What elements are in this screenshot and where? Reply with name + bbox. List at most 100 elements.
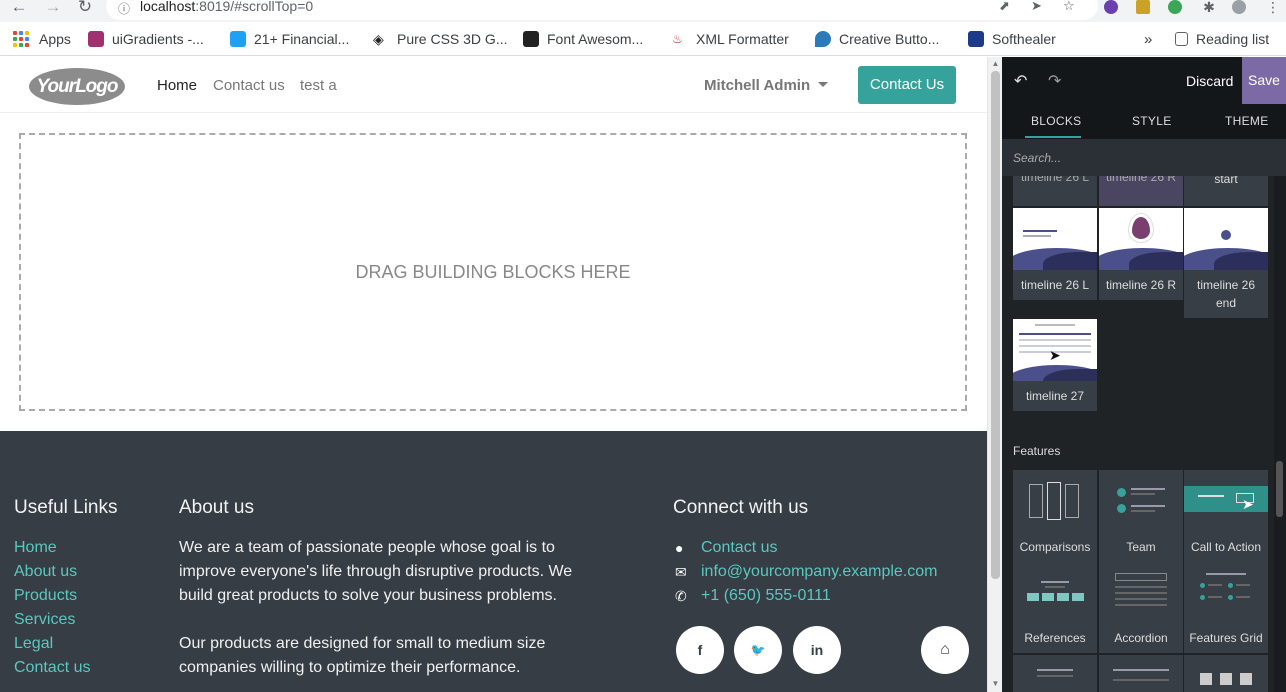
snippet-thumbnail [1013,561,1097,623]
mouse-cursor-icon: ➤ [1049,347,1061,363]
open-external-icon[interactable]: ⬈ [999,0,1010,14]
tab-theme[interactable]: THEME [1225,114,1269,128]
footer-link-services[interactable]: Services [14,608,90,632]
undo-icon[interactable]: ↶ [1014,71,1027,91]
bookmark-item[interactable]: uiGradients -... [88,22,204,56]
useful-links-list: Home About us Products Services Legal Co… [14,536,90,680]
contact-us-link[interactable]: Contact us [701,539,777,557]
snippet-block[interactable]: timeline 26 R [1099,176,1183,206]
bookmark-item[interactable]: Softhealer [968,22,1056,56]
extension-icon[interactable] [1104,0,1118,14]
bookmark-item[interactable]: ◈ Pure CSS 3D G... [373,22,507,56]
footer-link-about[interactable]: About us [14,560,90,584]
snippet-accordion[interactable]: Accordion [1099,561,1183,653]
page-scrollbar[interactable]: ▲ ▼ [987,57,1002,692]
discard-button[interactable]: Discard [1186,73,1233,89]
snippet-references[interactable]: References [1013,561,1097,653]
snippet-thumbnail [1099,208,1183,270]
twitter-icon[interactable]: 🐦 [734,626,782,674]
profile-avatar-icon[interactable] [1232,0,1246,14]
home-icon[interactable]: ⌂ [921,626,969,674]
drop-zone-text: DRAG BUILDING BLOCKS HERE [355,262,631,282]
snippet-timeline-26-r[interactable]: timeline 26 R [1099,208,1183,300]
snippet-features-grid[interactable]: Features Grid [1184,561,1268,653]
reload-icon[interactable]: ↻ [74,0,96,18]
footer-link-contact[interactable]: Contact us [14,656,90,680]
nav-home[interactable]: Home [157,77,197,94]
snippet-block[interactable]: start [1184,176,1268,206]
comment-icon: ● [675,540,684,556]
drop-favicon-icon [815,31,831,47]
tab-style[interactable]: STYLE [1132,114,1172,128]
codepen-icon: ◈ [373,31,384,47]
bookmark-apps[interactable]: Apps [13,22,71,56]
contact-us-button[interactable]: Contact Us [858,66,956,104]
browser-toolbar: ← → ↻ ⓘ localhost:8019/#scrollTop=0 ⬈ ➤ … [0,0,1286,22]
envelope-icon: ✉ [675,563,687,580]
snippet-block[interactable]: timeline 26 L [1013,176,1097,206]
snippet-timeline-26-end[interactable]: timeline 26 end [1184,208,1268,318]
bookmark-item[interactable]: Creative Butto... [815,22,939,56]
save-button[interactable]: Save [1242,57,1286,104]
email-link[interactable]: info@yourcompany.example.com [701,563,938,581]
snippet-comparisons[interactable]: Comparisons [1013,470,1097,562]
extension-icon[interactable] [1136,0,1150,14]
bookmark-item[interactable]: ♨ XML Formatter [672,22,789,56]
caret-down-icon [818,82,829,87]
bookmark-item[interactable]: Font Awesom... [523,22,643,56]
scroll-down-icon[interactable]: ▼ [991,679,1000,688]
address-bar[interactable]: ⓘ localhost:8019/#scrollTop=0 ⬈ ➤ ☆ [106,0,1098,20]
bookmark-star-icon[interactable]: ☆ [1063,0,1075,14]
send-icon[interactable]: ➤ [1031,0,1042,14]
linkedin-icon[interactable]: in [793,626,841,674]
facebook-icon[interactable]: f [676,626,724,674]
snippet-search-input[interactable] [1002,139,1286,176]
snippet-thumbnail [1184,208,1268,270]
menu-kebab-icon[interactable]: ⋮ [1262,0,1284,18]
footer-link-home[interactable]: Home [14,536,90,560]
about-text: We are a team of passionate people whose… [179,539,573,676]
reading-list[interactable]: Reading list [1175,22,1269,56]
bookmarks-bar: Apps uiGradients -... 21+ Financial... ◈… [0,22,1286,56]
drop-zone[interactable]: DRAG BUILDING BLOCKS HERE [19,133,967,411]
site-header: YourLogo Home Contact us test a Mitchell… [0,57,987,113]
bookmark-favicon-icon [88,31,104,47]
phone-link[interactable]: +1 (650) 555-0111 [701,587,831,605]
extension-icon[interactable] [1168,0,1182,14]
useful-links-title: Useful Links [14,497,118,518]
footer-link-products[interactable]: Products [14,584,90,608]
scroll-up-icon[interactable]: ▲ [991,59,1000,68]
nav-test-a[interactable]: test a [300,77,337,94]
back-arrow-icon[interactable]: ← [8,0,30,18]
snippet-team[interactable]: Team [1099,470,1183,562]
website-preview: YourLogo Home Contact us test a Mitchell… [0,57,987,692]
bookmark-item[interactable]: 21+ Financial... [230,22,349,56]
site-footer: Useful Links Home About us Products Serv… [0,431,987,692]
tab-blocks[interactable]: BLOCKS [1031,114,1082,128]
site-info-icon[interactable]: ⓘ [118,0,130,17]
snippet-scrollbar-thumb[interactable] [1276,461,1283,517]
nav-contact-us[interactable]: Contact us [213,77,285,94]
forward-arrow-icon[interactable]: → [42,0,64,18]
snippet-timeline-26-l[interactable]: timeline 26 L [1013,208,1097,300]
editor-toolbar: ↶ ↷ Discard Save [1002,57,1286,104]
snippet-timeline-27[interactable]: ➤ timeline 27 [1013,319,1097,411]
site-logo[interactable]: YourLogo [29,68,125,105]
snippet-thumbnail [1099,561,1183,623]
snippet-thumbnail: ➤ [1013,319,1097,381]
snippet-block[interactable] [1013,655,1097,692]
puzzle-icon[interactable]: ✱ [1198,0,1220,18]
redo-icon[interactable]: ↷ [1048,71,1061,91]
footer-link-legal[interactable]: Legal [14,632,90,656]
more-bookmarks-icon[interactable]: » [1144,22,1152,56]
active-tab-indicator [1025,136,1081,138]
page-scrollbar-thumb[interactable] [991,71,1000,579]
snippet-block[interactable] [1099,655,1183,692]
contact-list: ● Contact us ✉ info@yourcompany.example.… [675,536,938,608]
snippet-block[interactable] [1184,655,1268,692]
snippet-call-to-action[interactable]: ➤ Call to Action [1184,470,1268,562]
snippet-scrollbar[interactable] [1274,176,1286,692]
user-menu[interactable]: Mitchell Admin [704,77,829,94]
connect-title: Connect with us [673,497,809,518]
snippet-thumbnail [1013,470,1097,532]
